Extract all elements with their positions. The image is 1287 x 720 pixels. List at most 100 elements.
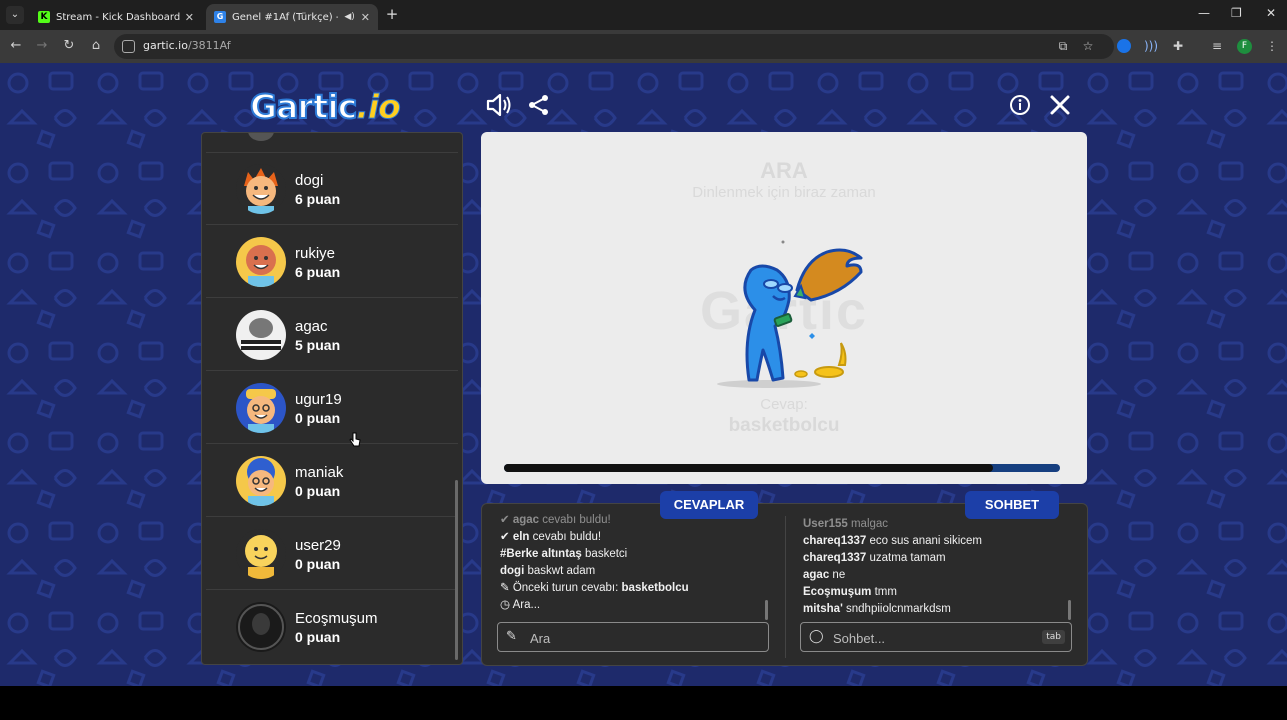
list-item: agac ne: [803, 569, 846, 581]
list-item: mitsha' sndhpiiolcnmarkdsm: [803, 603, 951, 615]
tab-gartic[interactable]: G Genel #1Af (Türkçe) - Gartic ◀) ✕: [206, 4, 378, 30]
check-icon: ✔: [500, 531, 513, 543]
extension-icon[interactable]: [1117, 39, 1131, 53]
install-app-icon[interactable]: ⧉: [1055, 39, 1071, 54]
close-icon[interactable]: [1049, 94, 1071, 116]
tab-title: Stream - Kick Dashboard: [56, 11, 181, 23]
sound-icon[interactable]: [486, 94, 512, 116]
player-row[interactable]: agac 5 puan: [206, 299, 458, 371]
tab-answers[interactable]: CEVAPLAR: [660, 491, 758, 519]
close-tab-icon[interactable]: ✕: [185, 11, 194, 24]
player-row[interactable]: dogi 6 puan: [206, 153, 458, 225]
answers-list[interactable]: ✔ agac cevabı buldu! ✔ eln cevabı buldu!…: [500, 512, 770, 614]
chat-bubble-icon: ◯: [809, 629, 824, 644]
player-name: Ecoşmuşum: [295, 610, 378, 627]
drawing-canvas[interactable]: ARA Dinlenmek için biraz zaman Gartic Ce…: [481, 132, 1087, 484]
painter-mascot-illustration: [717, 240, 863, 388]
round-timer-fill: [504, 464, 994, 472]
round-status-title: ARA: [760, 158, 808, 183]
tab-chat[interactable]: SOHBET: [965, 491, 1059, 519]
info-icon[interactable]: [1009, 94, 1031, 116]
hand-cursor-icon: [349, 432, 361, 447]
player-points: 0 puan: [295, 556, 341, 572]
address-bar[interactable]: gartic.io/3811Af: [114, 34, 1114, 59]
close-window-icon[interactable]: ✕: [1266, 6, 1276, 20]
player-name: dogi: [295, 172, 324, 189]
tab-bar: ⌄ K Stream - Kick Dashboard ✕ G Genel #1…: [0, 0, 1287, 30]
chat-container: ✔ agac cevabı buldu! ✔ eln cevabı buldu!…: [481, 503, 1088, 666]
menu-kebab-icon[interactable]: ⋮: [1264, 39, 1280, 53]
player-row[interactable]: user29 0 puan: [206, 518, 458, 590]
answer-input-box[interactable]: ✎: [497, 622, 769, 652]
photo-avatar: [236, 310, 286, 360]
gartic-icon: G: [214, 11, 226, 23]
player-points: 5 puan: [295, 337, 341, 353]
player-name: maniak: [295, 464, 344, 481]
dark-photo-avatar: [236, 602, 286, 652]
close-tab-icon[interactable]: ✕: [361, 11, 370, 24]
player-name: ugur19: [295, 391, 342, 408]
profile-avatar[interactable]: F: [1237, 39, 1252, 54]
red-face-avatar: [236, 237, 286, 287]
tab-hint-badge: tab: [1042, 630, 1065, 644]
list-item: chareq1337 eco sus anani sikicem: [803, 535, 982, 547]
tab-kick-dashboard[interactable]: K Stream - Kick Dashboard ✕: [30, 4, 202, 30]
home-icon[interactable]: ⌂: [88, 38, 104, 53]
yellow-avatar: [236, 529, 286, 579]
players-panel[interactable]: dogi 6 puan rukiye 6 puan agac 5 puan ug…: [201, 132, 463, 665]
share-icon[interactable]: [528, 94, 550, 116]
site-settings-icon[interactable]: [122, 40, 135, 53]
orange-hair-avatar: [236, 164, 286, 214]
chat-divider: [785, 516, 786, 658]
yellow-cap-avatar: [236, 383, 286, 433]
list-item: dogi baskwt adam: [500, 565, 596, 577]
check-icon: ✔: [500, 514, 513, 526]
player-row[interactable]: maniak 0 puan: [206, 445, 458, 517]
bookmark-star-icon[interactable]: ☆: [1080, 39, 1096, 53]
url-text: gartic.io/3811Af: [143, 39, 231, 52]
minimize-icon[interactable]: —: [1198, 6, 1210, 20]
player-points: 6 puan: [295, 264, 341, 280]
answer-label: Cevap:: [760, 396, 808, 413]
forward-icon[interactable]: →: [34, 38, 50, 53]
list-item: ◷ Ara...: [500, 599, 541, 611]
restore-icon[interactable]: ❐: [1231, 6, 1242, 20]
chat-input[interactable]: [833, 629, 1033, 647]
audio-extension-icon[interactable]: ))): [1143, 39, 1159, 53]
list-item: ✎ Önceki turun cevabı: basketbolcu: [500, 582, 689, 594]
player-row[interactable]: rukiye 6 puan: [206, 226, 458, 298]
chat-scrollbar[interactable]: [1068, 600, 1071, 620]
player-row[interactable]: ugur19 0 puan: [206, 372, 458, 444]
player-points: 0 puan: [295, 410, 341, 426]
player-name: agac: [295, 318, 328, 335]
pencil-icon: ✎: [506, 629, 517, 644]
extensions-puzzle-icon[interactable]: ✚: [1170, 39, 1186, 53]
clock-icon: ◷: [500, 599, 513, 611]
game-area: Gartic.io dogi 6 puan rukiye 6 puan agac…: [0, 63, 1287, 686]
tab-title: Genel #1Af (Türkçe) - Gartic: [232, 11, 338, 23]
chat-list[interactable]: User155 malgac chareq1337 eco sus anani …: [803, 516, 1068, 618]
tab-search-button[interactable]: ⌄: [6, 6, 24, 24]
answers-scrollbar[interactable]: [765, 600, 768, 620]
player-name: user29: [295, 537, 341, 554]
player-name: rukiye: [295, 245, 336, 262]
speaker-icon[interactable]: ◀): [344, 12, 354, 22]
back-icon[interactable]: ←: [8, 38, 24, 53]
list-item: Ecoşmuşum tmm: [803, 586, 897, 598]
list-item: chareq1337 uzatma tamam: [803, 552, 946, 564]
kick-icon: K: [38, 11, 50, 23]
pencil-icon: ✎: [500, 582, 513, 594]
players-scrollbar[interactable]: [455, 480, 458, 660]
round-status-subtitle: Dinlenmek için biraz zaman: [692, 184, 876, 201]
list-item: ✔ eln cevabı buldu!: [500, 531, 602, 543]
new-tab-button[interactable]: +: [384, 7, 400, 23]
browser-toolbar: ← → ↻ ⌂ gartic.io/3811Af ⧉ ☆ ))) ✚ ≡ F ⋮: [0, 30, 1287, 63]
chat-input-box[interactable]: ◯ tab: [800, 622, 1072, 652]
player-row[interactable]: Ecoşmuşum 0 puan: [206, 591, 458, 663]
media-controls-icon[interactable]: ≡: [1209, 39, 1225, 53]
answer-input[interactable]: [530, 629, 730, 647]
list-item: #Berke altıntaş basketci: [500, 548, 628, 560]
gartic-logo: Gartic.io: [249, 86, 401, 127]
player-points: 6 puan: [295, 191, 341, 207]
reload-icon[interactable]: ↻: [61, 38, 77, 53]
